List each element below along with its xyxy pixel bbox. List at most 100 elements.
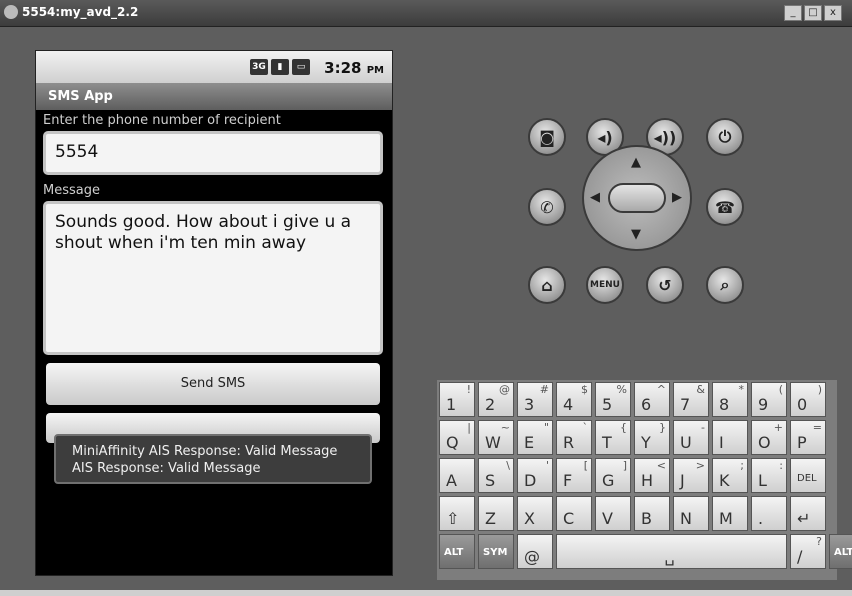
key-row5-1[interactable]: SYM: [478, 534, 514, 569]
key-label: ↵: [797, 509, 811, 528]
key-shift-label: +: [773, 421, 783, 434]
key-shift-label: [: [583, 459, 588, 472]
key-label: 5: [602, 395, 613, 414]
key-label: @: [524, 547, 540, 566]
key-row2-3[interactable]: R `: [556, 420, 592, 455]
key-row3-2[interactable]: D ': [517, 458, 553, 493]
message-label: Message: [43, 183, 100, 198]
key-row2-0[interactable]: Q |: [439, 420, 475, 455]
key-row3-8[interactable]: L:: [751, 458, 787, 493]
key-shift-label: ~: [500, 421, 510, 434]
key-label: 7: [680, 395, 691, 414]
send-sms-button[interactable]: Send SMS: [46, 363, 380, 405]
dpad-center-button[interactable]: [608, 183, 666, 213]
key-row3-6[interactable]: J >: [673, 458, 709, 493]
key-label: F: [563, 471, 573, 490]
key-shift-label: ]: [622, 459, 627, 472]
key-label: /: [797, 547, 803, 566]
key-row1-2[interactable]: 3 #: [517, 382, 553, 417]
key-row5-4[interactable]: /?: [790, 534, 826, 569]
dpad-left-icon[interactable]: ◀: [590, 190, 600, 205]
key-label: H: [641, 471, 654, 490]
key-row2-9[interactable]: P =: [790, 420, 826, 455]
key-row3-7[interactable]: K;: [712, 458, 748, 493]
key-label: 9: [758, 395, 769, 414]
key-shift-label: -: [701, 421, 705, 434]
key-row1-0[interactable]: 1!: [439, 382, 475, 417]
key-label: R: [563, 433, 575, 452]
key-shift-label: %: [616, 383, 627, 396]
key-row1-1[interactable]: 2 @: [478, 382, 514, 417]
key-row2-7[interactable]: I: [712, 420, 748, 455]
key-label: N: [680, 509, 692, 528]
key-label: 3: [524, 395, 535, 414]
key-row1-6[interactable]: 7 &: [673, 382, 709, 417]
key-row5-0[interactable]: ALT: [439, 534, 475, 569]
key-row4-8[interactable]: .: [751, 496, 787, 531]
back-icon[interactable]: ↺: [646, 266, 684, 304]
close-button[interactable]: x: [824, 5, 842, 21]
key-row4-1[interactable]: Z: [478, 496, 514, 531]
key-row1-8[interactable]: 9(: [751, 382, 787, 417]
call-icon[interactable]: ✆: [528, 188, 566, 226]
key-label: Y: [641, 433, 651, 452]
key-row4-3[interactable]: C: [556, 496, 592, 531]
key-row3-5[interactable]: H <: [634, 458, 670, 493]
key-row1-5[interactable]: 6 ^: [634, 382, 670, 417]
menu-button[interactable]: MENU: [586, 266, 624, 304]
key-row4-4[interactable]: V: [595, 496, 631, 531]
signal-icon: ▮: [271, 59, 289, 75]
key-row2-8[interactable]: O +: [751, 420, 787, 455]
key-row5-3[interactable]: ␣: [556, 534, 787, 569]
key-shift-label: ?: [816, 535, 822, 548]
key-row4-9[interactable]: ↵: [790, 496, 826, 531]
key-shift-label: (: [778, 383, 783, 396]
home-icon[interactable]: ⌂: [528, 266, 566, 304]
key-row1-7[interactable]: 8 *: [712, 382, 748, 417]
key-label: DEL: [797, 473, 817, 484]
key-label: 4: [563, 395, 574, 414]
end-call-icon[interactable]: ☎: [706, 188, 744, 226]
key-row4-2[interactable]: X: [517, 496, 553, 531]
key-row3-9[interactable]: DEL: [790, 458, 826, 493]
search-icon[interactable]: ⌕: [706, 266, 744, 304]
key-row2-1[interactable]: W ~: [478, 420, 514, 455]
key-row4-7[interactable]: M: [712, 496, 748, 531]
key-row4-0[interactable]: ⇧: [439, 496, 475, 531]
key-row3-3[interactable]: F[: [556, 458, 592, 493]
key-row3-1[interactable]: S \: [478, 458, 514, 493]
key-row1-9[interactable]: 0): [790, 382, 826, 417]
key-row1-4[interactable]: 5%: [595, 382, 631, 417]
key-shift-label: >: [695, 459, 705, 472]
dpad-right-icon[interactable]: ▶: [672, 190, 682, 205]
device-screen: 3G ▮ ▭ 3:28 PM SMS App Enter the phone n…: [35, 50, 393, 576]
key-row3-4[interactable]: G]: [595, 458, 631, 493]
dpad[interactable]: ▲ ▼ ◀ ▶: [582, 145, 692, 251]
maximize-button[interactable]: □: [804, 5, 822, 21]
key-label: .: [758, 509, 764, 528]
key-row5-5[interactable]: ALT: [829, 534, 852, 569]
key-row1-3[interactable]: 4 $: [556, 382, 592, 417]
power-icon[interactable]: ⏻: [706, 118, 744, 156]
dpad-down-icon[interactable]: ▼: [631, 227, 641, 242]
minimize-button[interactable]: _: [784, 5, 802, 21]
key-row4-6[interactable]: N: [673, 496, 709, 531]
phone-input[interactable]: 5554: [43, 131, 383, 175]
dpad-up-icon[interactable]: ▲: [631, 155, 641, 170]
key-row2-6[interactable]: U-: [673, 420, 709, 455]
key-row4-5[interactable]: B: [634, 496, 670, 531]
key-shift-label: `: [582, 421, 589, 434]
key-row2-2[interactable]: E ": [517, 420, 553, 455]
key-label: Z: [485, 509, 496, 528]
key-row3-0[interactable]: A: [439, 458, 475, 493]
key-row2-5[interactable]: Y}: [634, 420, 670, 455]
key-shift-label: &: [696, 383, 705, 396]
key-label: 0: [797, 395, 808, 414]
key-label: W: [485, 433, 501, 452]
message-input[interactable]: Sounds good. How about i give u a shout …: [43, 201, 383, 355]
key-shift-label: ": [543, 421, 549, 434]
key-shift-label: $: [581, 383, 588, 396]
key-row2-4[interactable]: T{: [595, 420, 631, 455]
camera-icon[interactable]: ◙: [528, 118, 566, 156]
key-row5-2[interactable]: @: [517, 534, 553, 569]
